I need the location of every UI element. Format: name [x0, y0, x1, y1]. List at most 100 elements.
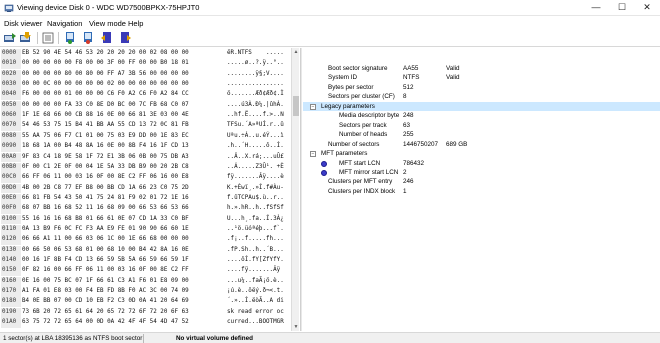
hex-row-ascii[interactable]: U...h¸.fa..Í.3À¿ [227, 215, 284, 225]
hex-scrollbar[interactable]: ▲ ▼ [291, 48, 299, 331]
menu-help[interactable]: Help [128, 19, 143, 28]
property-group[interactable]: − MFT parameters [303, 149, 660, 158]
hex-row-ascii[interactable]: fÿ.......Âÿ....è [227, 173, 284, 183]
hex-row-bytes[interactable]: 9F 83 C4 18 9E 58 1F 72 E1 3B 06 0B 00 7… [22, 153, 189, 163]
hex-row-bytes[interactable]: 55 AA 75 06 F7 C1 01 00 75 03 E9 DD 00 1… [22, 132, 189, 142]
hex-row[interactable]: 0120 06 66 A1 11 00 66 03 06 1C 00 1E 66 … [0, 235, 290, 246]
hex-row-ascii[interactable]: ¡ú.è..ôëý.ð¬<.t. [227, 287, 284, 297]
hex-row-bytes[interactable]: 00 00 00 00 00 F8 00 00 3F 00 FF 00 00 B… [22, 59, 189, 69]
menu-navigation[interactable]: Navigation [47, 19, 82, 28]
close-button[interactable]: ✕ [634, 0, 660, 15]
collapse-icon[interactable]: − [310, 103, 316, 110]
hex-row-bytes[interactable]: 55 16 16 16 68 B8 01 66 61 0E 07 CD 1A 3… [22, 215, 189, 225]
hex-row-ascii[interactable]: ....fÿ.......Âÿ [227, 266, 280, 276]
hex-row-bytes[interactable]: 4B 00 2B C8 77 EF B8 00 BB CD 1A 66 23 C… [22, 184, 189, 194]
hex-row[interactable]: 00A0 9F 83 C4 18 9E 58 1F 72 E1 3B 06 0B … [0, 152, 290, 163]
hex-row-ascii[interactable]: .h..´H.....ô..Í. [227, 142, 284, 152]
hex-row-bytes[interactable]: EB 52 90 4E 54 46 53 20 20 20 20 00 02 0… [22, 49, 189, 59]
scrollbar-thumb[interactable] [293, 96, 299, 116]
hex-row-ascii[interactable]: f.ûTCPAu$.ù..r.. [227, 194, 284, 204]
hex-row[interactable]: 0150 0F 82 16 00 66 FF 06 11 00 03 16 0F … [0, 266, 290, 277]
hex-row-ascii[interactable]: ..Á.....Z3Û¹. +È [227, 163, 284, 173]
hex-view[interactable]: 0000 EB 52 90 4E 54 46 53 20 20 20 20 00 … [0, 48, 290, 331]
bookmark-prev-icon[interactable] [100, 31, 114, 45]
hex-row-ascii[interactable]: ö.......Æð¢Æð¢.Ì [227, 90, 284, 100]
hex-row-ascii[interactable]: ëR.NTFS ..... [227, 49, 284, 59]
hex-row-ascii[interactable]: ´.»..Í.ëòÃ..A di [227, 297, 284, 307]
hex-row[interactable]: 0090 18 68 1A 00 B4 48 8A 16 0E 00 8B F4 … [0, 142, 290, 153]
link-marker-icon[interactable] [321, 169, 327, 176]
property-row[interactable]: System ID NTFS Valid [303, 73, 660, 82]
hex-row-bytes[interactable]: 66 FF 06 11 00 03 16 0F 00 8E C2 FF 06 1… [22, 173, 189, 183]
hex-row[interactable]: 0000 EB 52 90 4E 54 46 53 20 20 20 20 00 … [0, 49, 290, 59]
hex-row-bytes[interactable]: 0F 00 C1 2E 0F 00 04 1E 5A 33 DB B9 00 2… [22, 163, 189, 173]
hex-row[interactable]: 0010 00 00 00 00 00 F8 00 00 3F 00 FF 00 … [0, 59, 290, 70]
property-row[interactable]: Number of sectors 1446750207 689 GB [303, 140, 660, 149]
hex-row-bytes[interactable]: 0A 13 B9 F6 0C FC F3 AA E9 FE 01 90 90 6… [22, 225, 189, 235]
scroll-down-arrow-icon[interactable]: ▼ [292, 323, 300, 331]
goto-sector-icon[interactable] [81, 31, 95, 45]
property-row[interactable]: Sectors per cluster (CF) 8 [303, 92, 660, 101]
menu-disk-viewer[interactable]: Disk viewer [4, 19, 42, 28]
properties-icon[interactable] [41, 31, 55, 45]
hex-row[interactable]: 00C0 66 FF 06 11 00 03 16 0F 00 8E C2 FF … [0, 173, 290, 184]
hex-row-ascii[interactable]: K.+Èwï¸.»Í.f#Àu- [227, 184, 284, 194]
scroll-up-arrow-icon[interactable]: ▲ [292, 48, 300, 56]
hex-row[interactable]: 0140 00 16 1F 8B F4 CD 13 66 59 5B 5A 66 … [0, 256, 290, 266]
link-marker-icon[interactable] [321, 160, 327, 167]
hex-row-ascii[interactable]: sk read error oc [227, 308, 284, 318]
open-icon[interactable] [3, 31, 17, 45]
hex-row[interactable]: 0030 00 00 0C 00 00 00 00 00 02 00 00 00 … [0, 80, 290, 90]
maximize-button[interactable]: ☐ [609, 0, 635, 15]
hex-row[interactable]: 00F0 68 07 BB 16 68 52 11 16 68 09 00 66 … [0, 204, 290, 215]
hex-row-bytes[interactable]: 0F 82 16 00 66 FF 06 11 00 03 16 0F 00 8… [22, 266, 189, 276]
hex-row-ascii[interactable]: TFSu.´A»ªUÍ.r..û [227, 121, 284, 131]
hex-row-bytes[interactable]: 66 81 FB 54 43 50 41 75 24 81 F9 02 01 7… [22, 194, 189, 204]
save-icon[interactable] [19, 31, 33, 45]
hex-row[interactable]: 0170 A1 FA 01 E8 03 00 F4 EB FD 8B F0 AC … [0, 287, 290, 297]
hex-row[interactable]: 0190 73 6B 20 72 65 61 64 20 65 72 72 6F … [0, 307, 290, 318]
hex-row-ascii[interactable]: .f¡..f.....fh... [227, 235, 284, 245]
hex-row-bytes[interactable]: 1F 1E 68 66 00 CB 88 16 0E 00 66 81 3E 0… [22, 111, 189, 121]
hex-row-bytes[interactable]: 68 07 BB 16 68 52 11 16 68 09 00 66 53 6… [22, 204, 189, 214]
hex-row-ascii[interactable]: ....ôÍ.fY[ZfYfY. [227, 256, 284, 266]
hex-row[interactable]: 0100 55 16 16 16 68 B8 01 66 61 0E 07 CD … [0, 214, 290, 225]
hex-row-ascii[interactable]: .fP.Sh..h..´B... [227, 246, 284, 256]
properties-tree[interactable]: Boot sector signature AA55 Valid System ID N… [303, 48, 660, 331]
hex-row[interactable]: 0080 55 AA 75 06 F7 C1 01 00 75 03 E9 DD … [0, 131, 290, 142]
hex-row-bytes[interactable]: 00 66 50 06 53 68 01 00 68 10 00 B4 42 8… [22, 246, 189, 256]
minimize-button[interactable]: — [583, 0, 609, 15]
hex-row-bytes[interactable]: A1 FA 01 E8 03 00 F4 EB FD 8B F0 AC 3C 0… [22, 287, 189, 297]
property-row[interactable]: MFT mirror start LCN 2 [303, 168, 660, 177]
hex-row-bytes[interactable]: 18 68 1A 00 B4 48 8A 16 0E 00 8B F4 16 1… [22, 142, 189, 152]
hex-row-bytes[interactable]: F6 00 00 00 01 00 00 00 C6 F0 A2 C6 F0 A… [22, 90, 189, 100]
property-row[interactable]: Media descriptor byte 248 [303, 111, 660, 120]
property-row[interactable]: Clusters per MFT entry 246 [303, 177, 660, 186]
property-group[interactable]: − Legacy parameters [303, 101, 660, 112]
goto-icon[interactable] [63, 31, 77, 45]
hex-row-bytes[interactable]: 00 00 00 00 80 00 80 00 FF A7 3B 56 00 0… [22, 70, 189, 80]
hex-row-bytes[interactable]: 0E 16 00 75 BC 07 1F 66 61 C3 A1 F6 01 E… [22, 277, 189, 287]
hex-row-bytes[interactable]: 00 00 0C 00 00 00 00 00 02 00 00 00 00 0… [22, 80, 189, 90]
hex-row[interactable]: 00E0 66 81 FB 54 43 50 41 75 24 81 F9 02 … [0, 193, 290, 204]
hex-row-bytes[interactable]: 63 75 72 72 65 64 00 0D 0A 42 4F 4F 54 4… [22, 318, 189, 328]
property-row[interactable]: Number of heads 255 [303, 130, 660, 139]
hex-row-ascii[interactable]: ..¹ö.üóªéþ...f`. [227, 225, 284, 235]
hex-row-bytes[interactable]: 54 46 53 75 15 B4 41 BB AA 55 CD 13 72 0… [22, 121, 189, 131]
hex-row-ascii[interactable]: ..Ä..X.rá;...uÛ£ [227, 153, 284, 163]
hex-row-ascii[interactable]: .....ø..?.ÿ..°.. [227, 59, 284, 69]
hex-row[interactable]: 01A0 63 75 72 72 65 64 00 0D 0A 42 4F 4F … [0, 318, 290, 328]
hex-row[interactable]: 0110 0A 13 B9 F6 0C FC F3 AA E9 FE 01 90 … [0, 224, 290, 235]
property-row[interactable]: Sectors per track 63 [303, 121, 660, 130]
hex-row-ascii[interactable]: ..hf.Ë....f.>..N [227, 111, 284, 121]
hex-row[interactable]: 00D0 4B 00 2B C8 77 EF B8 00 BB CD 1A 66 … [0, 183, 290, 194]
pane-splitter[interactable] [300, 48, 302, 331]
hex-row-bytes[interactable]: 00 16 1F 8B F4 CD 13 66 59 5B 5A 66 59 6… [22, 256, 189, 266]
bookmark-next-icon[interactable] [118, 31, 132, 45]
hex-row[interactable]: 0020 00 00 00 00 80 00 80 00 FF A7 3B 56 … [0, 69, 290, 80]
hex-row[interactable]: 0160 0E 16 00 75 BC 07 1F 66 61 C3 A1 F6 … [0, 276, 290, 287]
property-row[interactable]: Clusters per INDX block 1 [303, 187, 660, 196]
hex-row-bytes[interactable]: 00 00 00 00 FA 33 C0 8E D0 BC 00 7C FB 6… [22, 101, 189, 111]
hex-row-bytes[interactable]: B4 0E BB 07 00 CD 10 EB F2 C3 0D 0A 41 2… [22, 297, 189, 307]
hex-row-ascii[interactable]: ....ú3À.Ð¼.|ûhÀ. [227, 101, 284, 111]
